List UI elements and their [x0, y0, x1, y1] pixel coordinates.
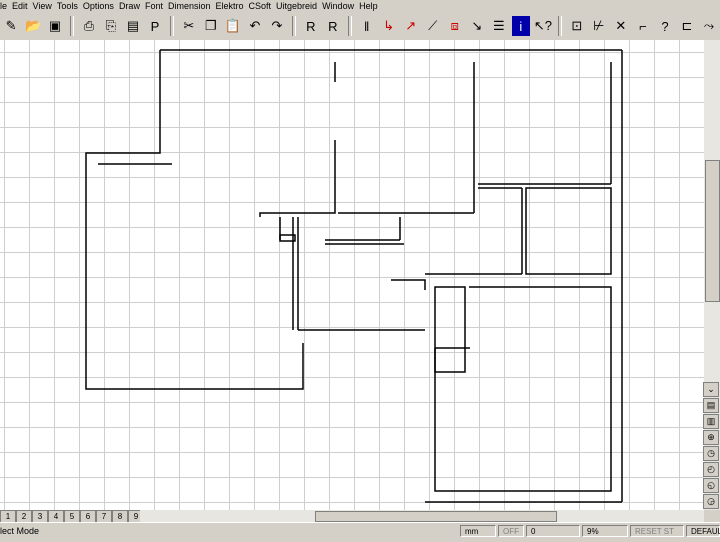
menu-item[interactable]: Uitgebreid — [276, 1, 322, 11]
redo-icon[interactable]: ↷ — [268, 16, 286, 36]
query-icon[interactable]: ? — [656, 16, 674, 36]
measure-icon[interactable]: ↘ — [468, 16, 486, 36]
extend-icon[interactable]: ⊬ — [590, 16, 608, 36]
snap-icon[interactable]: ⟋ — [424, 16, 442, 36]
menu-item[interactable]: Draw — [119, 1, 145, 11]
arrow-down-icon[interactable]: ⌄ — [703, 382, 719, 397]
menu-item[interactable]: Tools — [57, 1, 83, 11]
rotate-line-icon[interactable]: ↗ — [402, 16, 420, 36]
bottom-bar: 12345678910 — [0, 510, 720, 523]
menu-bar: le Edit View Tools Options Draw Font Dimension E… — [0, 0, 720, 12]
menu-item[interactable]: CSoft — [249, 1, 277, 11]
menu-item[interactable]: Help — [359, 1, 383, 11]
select-box-icon[interactable]: ⧈ — [446, 16, 464, 36]
status-bar: lect Mode mm OFF 0 9% RESET ST DEFAUL — [0, 522, 720, 541]
print-icon[interactable]: ⎙ — [80, 16, 98, 36]
status-reset[interactable]: RESET ST — [630, 525, 684, 537]
trim-icon[interactable]: ✕ — [612, 16, 630, 36]
vertical-scroll-thumb[interactable] — [705, 160, 720, 302]
properties-doc-icon[interactable]: P — [146, 16, 164, 36]
toolbar-separator — [170, 16, 174, 36]
status-zoom: 9% — [582, 525, 628, 537]
circle-b-icon[interactable]: ◴ — [703, 462, 719, 477]
rotate-icon[interactable]: R — [302, 16, 320, 36]
circle-d-icon[interactable]: ◶ — [703, 494, 719, 509]
toolbar-separator — [291, 16, 296, 36]
horizontal-scrollbar[interactable] — [140, 510, 704, 522]
horizontal-scroll-thumb[interactable] — [315, 511, 557, 522]
pause-icon[interactable]: ‖ — [358, 16, 376, 36]
pen-icon[interactable]: ✎ — [2, 16, 20, 36]
toolbar-separator — [558, 16, 562, 36]
info-icon[interactable]: i — [511, 16, 530, 36]
room — [525, 187, 612, 275]
menu-item[interactable]: Elektro — [216, 1, 249, 11]
menu-item[interactable]: View — [33, 1, 57, 11]
print-preview-icon[interactable]: ⎘ — [102, 16, 120, 36]
circle-c-icon[interactable]: ◵ — [703, 478, 719, 493]
undo-icon[interactable]: ↶ — [246, 16, 264, 36]
menu-item[interactable]: Window — [322, 1, 359, 11]
move-icon[interactable]: ↳ — [380, 16, 398, 36]
cut-icon[interactable]: ✂ — [180, 16, 198, 36]
rectangle-icon[interactable]: R — [324, 16, 342, 36]
status-ortho[interactable]: OFF — [498, 525, 524, 537]
break-icon[interactable]: ⊏ — [678, 16, 696, 36]
layers-b-icon[interactable]: ⊕ — [703, 430, 719, 445]
wall — [85, 50, 304, 390]
layer-tabs: 12345678910 — [0, 510, 160, 523]
status-value: 0 — [526, 525, 580, 537]
drawing-canvas[interactable] — [0, 40, 704, 510]
toolbar: ✎ 📂 ▣ ⎙ ⎘ ▤ P ✂ ❐ 📋 ↶ ↷ R R ‖ ↳ ↗ ⟋ ⧈ ↘ … — [0, 12, 720, 41]
toolbar-separator — [347, 16, 352, 36]
help-icon[interactable]: ↖? — [534, 16, 552, 36]
menu-item[interactable]: Font — [145, 1, 168, 11]
copy-icon[interactable]: ❐ — [202, 16, 220, 36]
menu-item[interactable]: Dimension — [168, 1, 216, 11]
wall — [259, 140, 336, 217]
menu-item[interactable]: le — [0, 1, 12, 11]
menu-item[interactable]: Edit — [12, 1, 33, 11]
circle-a-icon[interactable]: ◷ — [703, 446, 719, 461]
open-folder-icon[interactable]: 📂 — [24, 16, 42, 36]
menu-item[interactable]: Options — [83, 1, 119, 11]
grid-plus-icon[interactable]: ▤ — [703, 398, 719, 413]
room — [434, 286, 466, 373]
save-icon[interactable]: ▣ — [46, 16, 64, 36]
status-style: DEFAUL — [686, 525, 720, 537]
corner-icon[interactable]: ⌐ — [634, 16, 652, 36]
line-icon[interactable]: ⤳ — [700, 16, 718, 36]
status-unit: mm — [460, 525, 496, 537]
floor-plan-drawing — [85, 49, 623, 503]
wall — [391, 279, 426, 290]
print-setup-icon[interactable]: ▤ — [124, 16, 142, 36]
layers-a-icon[interactable]: ▥ — [703, 414, 719, 429]
paste-icon[interactable]: 📋 — [224, 16, 242, 36]
status-mode: lect Mode — [0, 526, 40, 536]
wall — [434, 286, 612, 492]
zoom-icon[interactable]: ⊡ — [568, 16, 586, 36]
toolbar-separator — [70, 16, 74, 36]
list-icon[interactable]: ☰ — [490, 16, 508, 36]
